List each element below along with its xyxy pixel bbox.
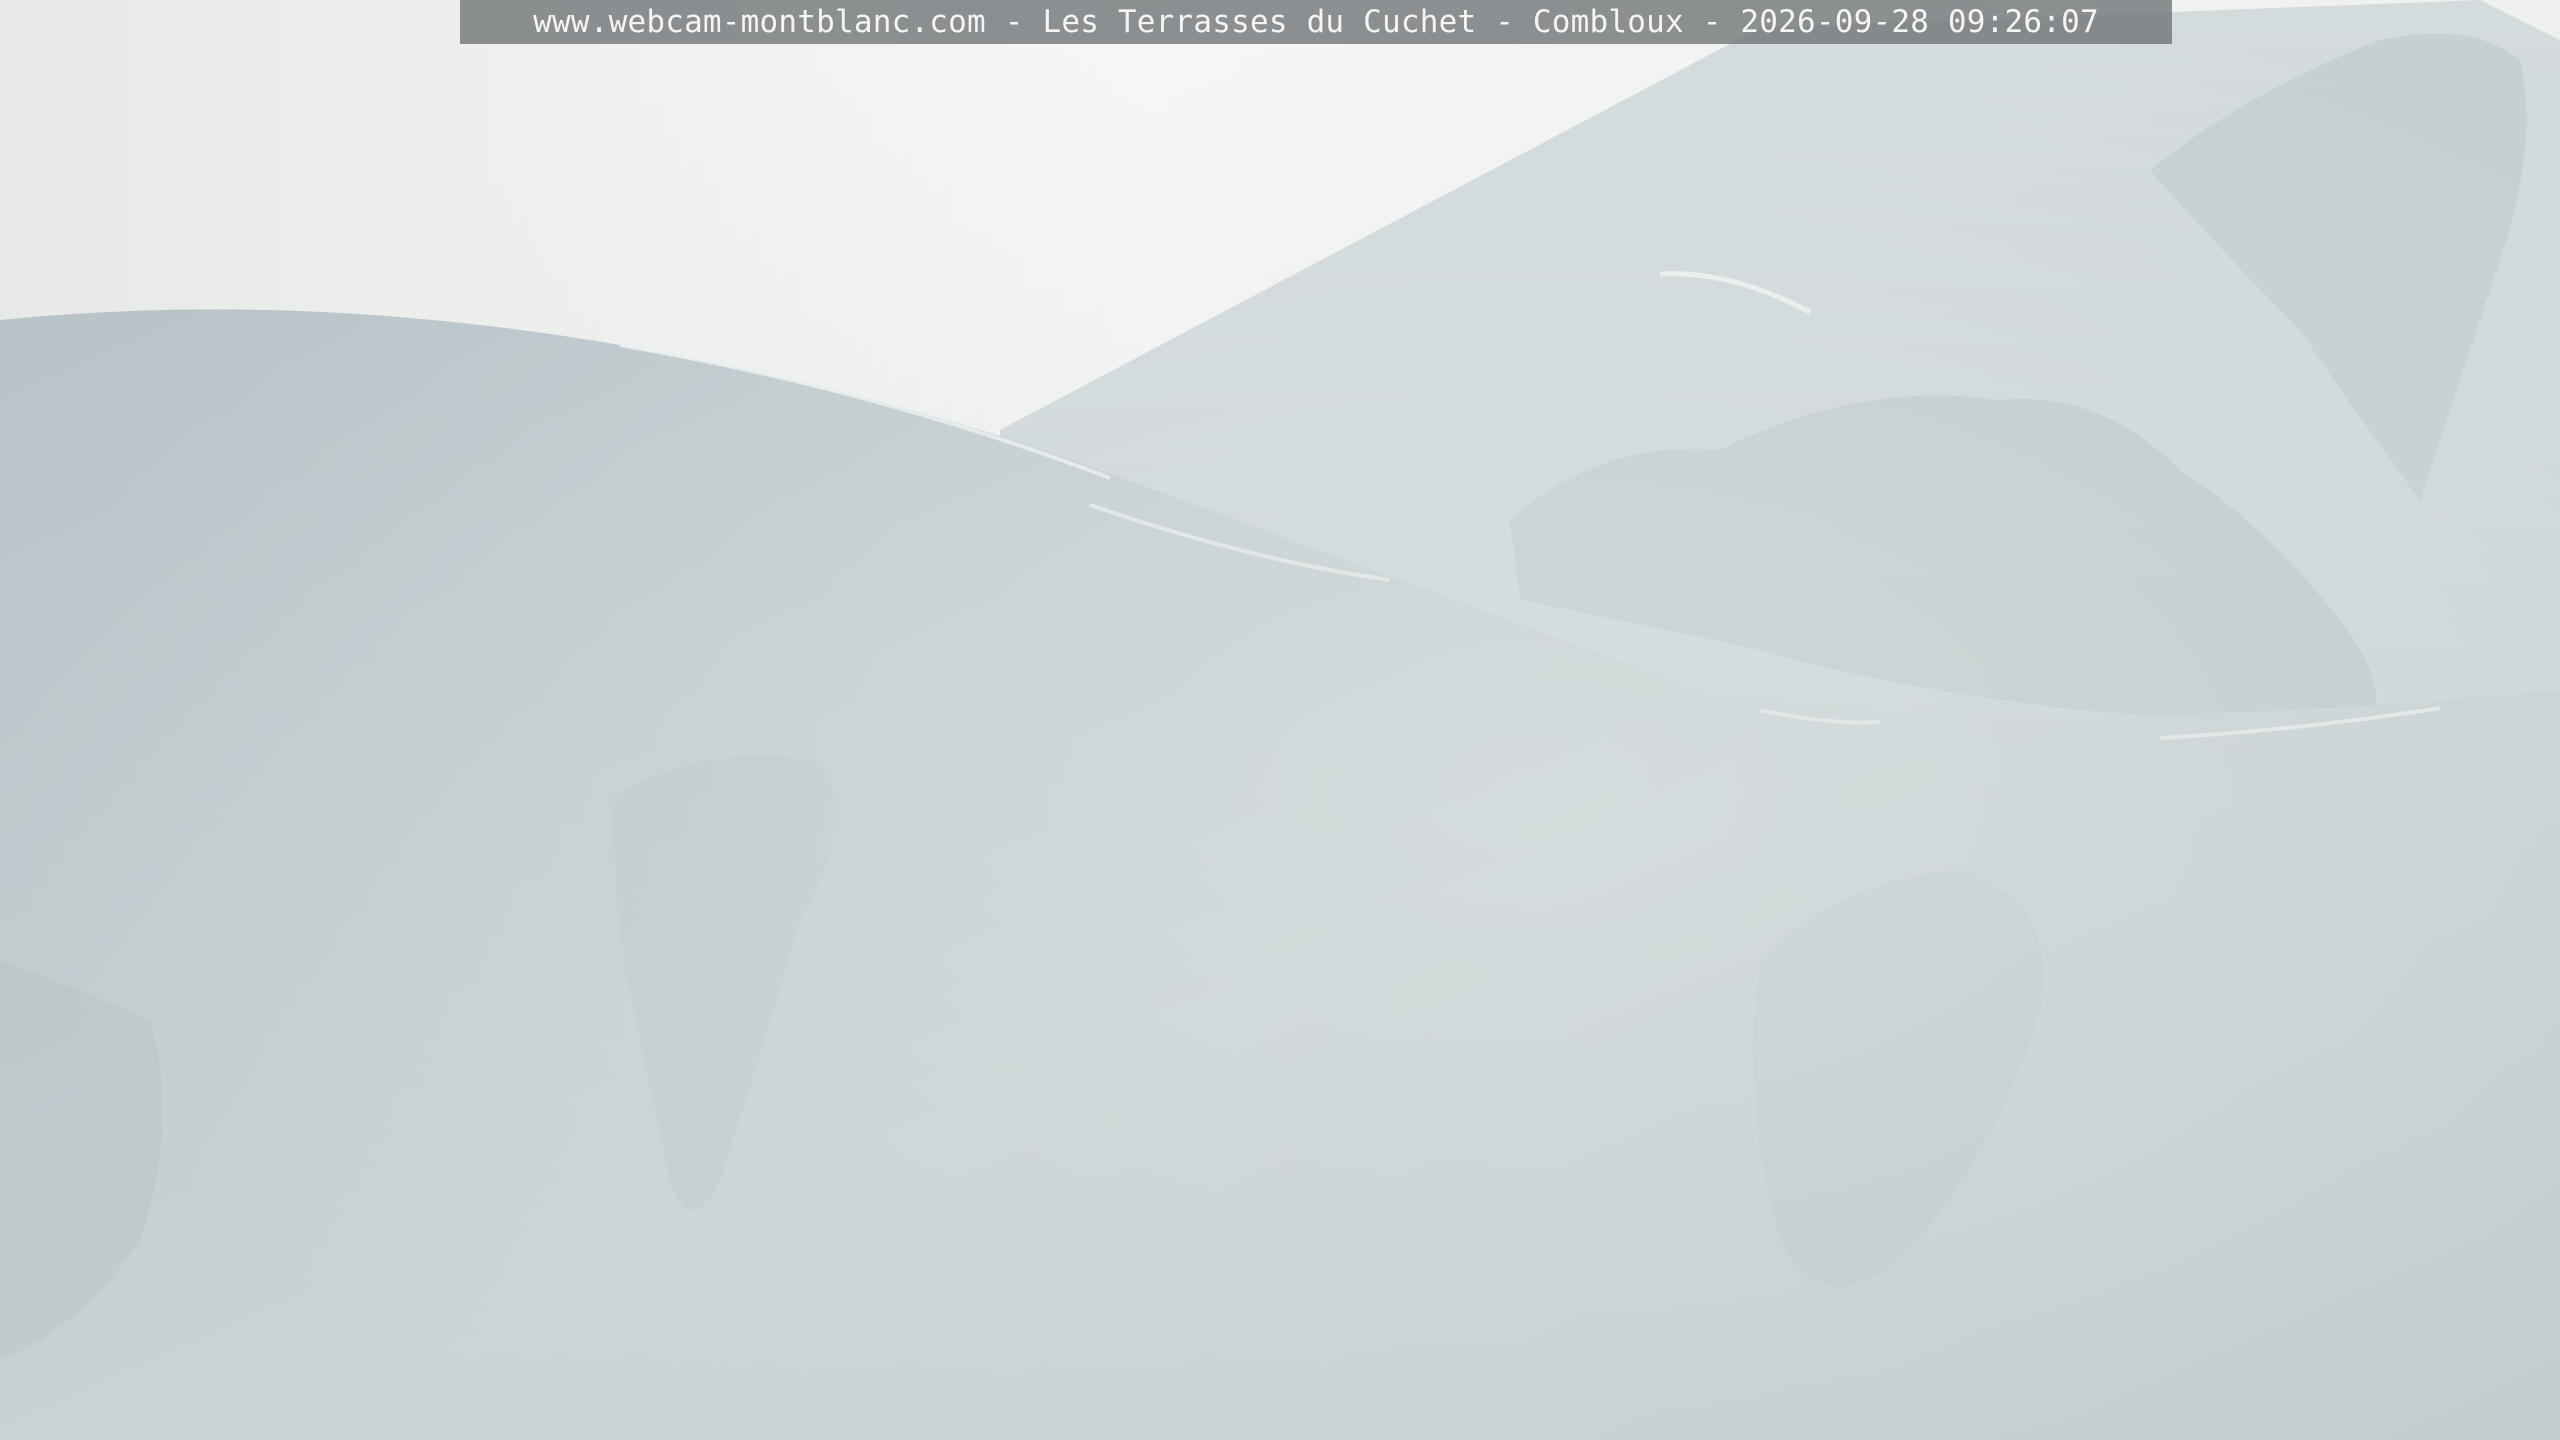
timestamp-caption-bar: www.webcam-montblanc.com - Les Terrasses… (460, 0, 2172, 44)
mountain-scene (0, 0, 2560, 1440)
timestamp-caption: www.webcam-montblanc.com - Les Terrasses… (533, 4, 2099, 40)
fog-glow (0, 0, 2560, 1440)
webcam-frame: www.webcam-montblanc.com - Les Terrasses… (0, 0, 2560, 1440)
